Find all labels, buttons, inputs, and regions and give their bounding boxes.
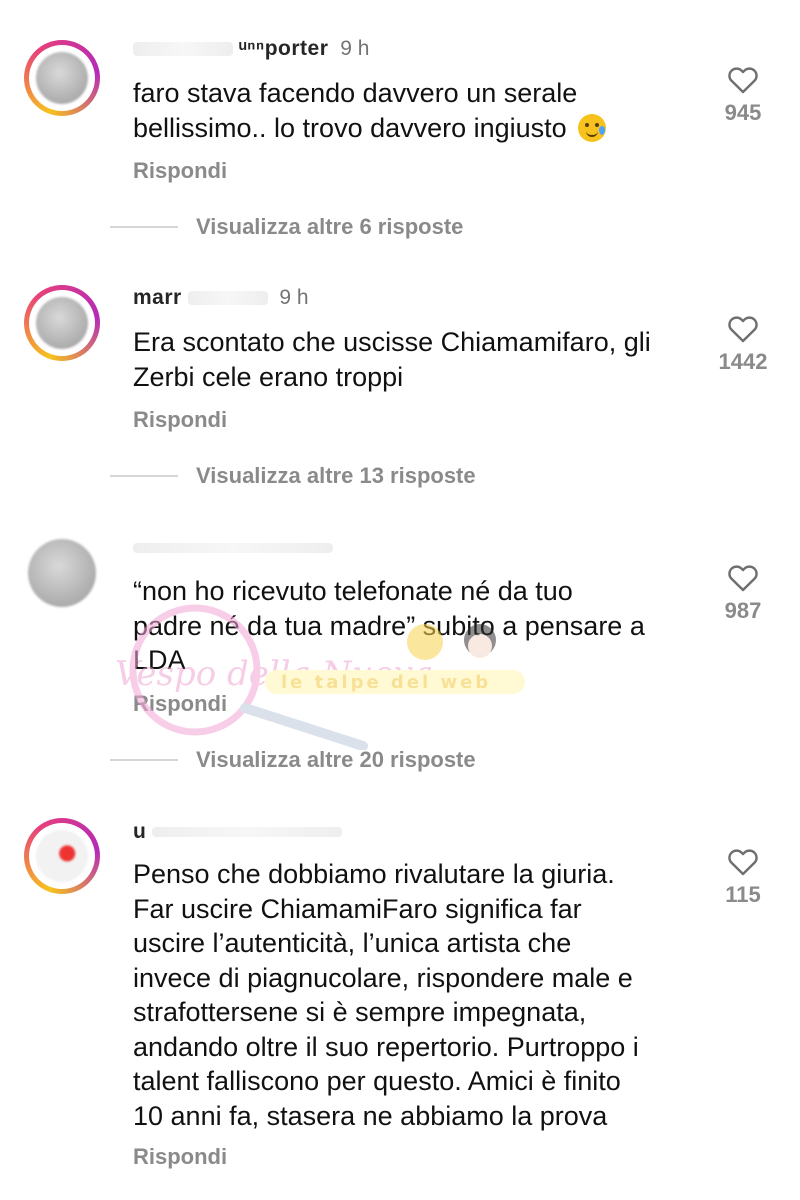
divider [110, 475, 178, 477]
heart-icon [728, 67, 758, 94]
like-count: 945 [724, 100, 762, 125]
reply-button[interactable]: Rispondi [133, 691, 227, 717]
heart-icon [728, 316, 758, 343]
like-button[interactable]: 115 [716, 846, 770, 908]
divider [110, 759, 178, 761]
timestamp: 9 h [340, 37, 370, 60]
heart-icon [728, 849, 758, 876]
reply-button[interactable]: Rispondi [133, 1144, 227, 1170]
comment-text: faro stava facendo davvero un serale bel… [133, 76, 693, 145]
reply-button[interactable]: Rispondi [133, 407, 227, 433]
heart-icon [728, 565, 758, 592]
avatar[interactable] [24, 818, 100, 894]
view-more-replies-button[interactable]: Visualizza altre 20 risposte [110, 747, 476, 773]
like-button[interactable]: 987 [716, 562, 770, 624]
reply-button[interactable]: Rispondi [133, 158, 227, 184]
comment-meta [133, 536, 333, 560]
comment-text: Penso che dobbiamo rivalutare la giuria.… [133, 859, 639, 1131]
avatar[interactable] [24, 285, 100, 361]
timestamp: 9 h [279, 286, 309, 309]
view-more-replies-button[interactable]: Visualizza altre 13 risposte [110, 463, 476, 489]
view-more-replies-button[interactable]: Visualizza altre 6 risposte [110, 214, 463, 240]
like-count: 1442 [718, 349, 768, 374]
comment-meta: marr 9 h [133, 286, 309, 310]
crying-smile-emoji-icon [578, 113, 607, 142]
comment-text: Era scontato che uscisse Chiamamifaro, g… [133, 327, 651, 392]
comment-meta: ᵘⁿⁿporter 9 h [133, 37, 369, 61]
like-button[interactable]: 1442 [716, 313, 770, 375]
like-button[interactable]: 945 [716, 64, 770, 126]
divider [110, 226, 178, 228]
avatar[interactable] [24, 40, 100, 116]
username[interactable]: ᵘⁿⁿporter [239, 37, 329, 60]
avatar[interactable] [24, 535, 100, 611]
username[interactable]: marr [133, 286, 182, 309]
like-count: 115 [725, 882, 761, 907]
username[interactable]: u [133, 820, 146, 843]
like-count: 987 [724, 598, 762, 623]
comment-text: “non ho ricevuto telefonate né da tuo pa… [133, 576, 645, 675]
comment-meta: u [133, 820, 343, 844]
